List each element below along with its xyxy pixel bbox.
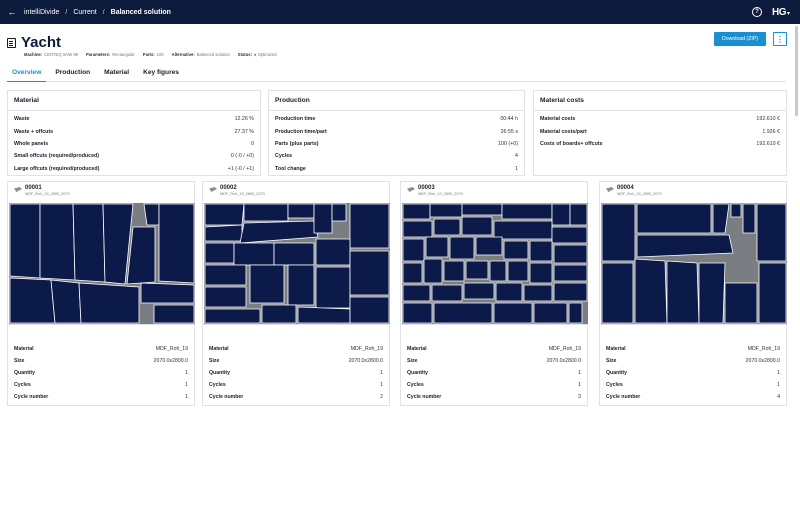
pattern-name: 00001 (25, 185, 42, 191)
cutting-plan-svg (204, 203, 390, 324)
kv-row: Cycle number 2 (209, 394, 383, 400)
tab-key-figures[interactable]: Key figures (138, 66, 184, 82)
board-icon (606, 187, 614, 192)
pattern-name: 00002 (220, 185, 237, 191)
cutting-plan-diagram[interactable] (204, 203, 390, 324)
page-header: Yacht Machine: CENTEQ SAW 99 Parameters: R… (0, 24, 800, 64)
download-zip-button[interactable]: Download (ZIP) (714, 32, 766, 46)
kv-row: Waste 12.26 % (14, 116, 254, 123)
board-icon (209, 187, 217, 192)
board-icon (407, 187, 415, 192)
help-icon[interactable]: ? (751, 7, 762, 17)
breadcrumb: intelliDivide / Current / Balanced solut… (24, 9, 171, 16)
pattern-board: MDF_Roh_19_2800_2070 (25, 192, 70, 196)
meta-parts: Parts: 100 (142, 52, 164, 57)
cutting-plan-diagram[interactable] (402, 203, 588, 324)
back-arrow-icon[interactable]: ← (0, 7, 24, 17)
production-card: Production Production time 00:44 h Produc… (268, 90, 525, 176)
job-list-icon (7, 37, 16, 48)
board-icon (14, 187, 22, 192)
pattern-card-00001[interactable]: 00001 MDF_Roh_19_2800_2070 Material MDF_… (7, 181, 195, 406)
kv-row: Production time/part 26:55 s (275, 128, 518, 135)
cutting-plan-diagram[interactable] (9, 203, 195, 324)
pattern-card-00002[interactable]: 00002 MDF_Roh_19_2800_2070 Material MDF_… (202, 181, 390, 406)
cutting-plan-diagram[interactable] (601, 203, 787, 324)
material-card: Material Waste 12.26 % Waste + offcuts 27.… (7, 90, 261, 176)
kv-row: Parts (plus parts) 100 (+0) (275, 140, 518, 147)
kv-row: Quantity 1 (209, 370, 383, 376)
user-menu[interactable]: HG▾ (772, 7, 790, 18)
meta-machine: Machine: CENTEQ SAW 99 (24, 52, 78, 57)
kv-row: Size 2070.0x2800.0 (209, 358, 383, 364)
tab-production[interactable]: Production (50, 66, 95, 82)
kv-row: Cycles 1 (14, 382, 188, 388)
material-costs-card: Material costs Material costs 192.610 € M… (533, 90, 787, 176)
kv-row: Cycle number 4 (606, 394, 780, 400)
kv-row: Quantity 1 (14, 370, 188, 376)
kv-row: Costs of boards+ offcuts 192.610 € (540, 140, 780, 147)
top-bar: ← intelliDivide / Current / Balanced sol… (0, 0, 800, 24)
pattern-card-00004[interactable]: 00004 MDF_Roh_19_2800_2070 Material MDF_… (599, 181, 787, 406)
kv-row: Quantity 1 (606, 370, 780, 376)
pattern-board: MDF_Roh_19_2800_2070 (617, 192, 662, 196)
kv-row: Material MDF_Roh_19 (606, 346, 780, 352)
pattern-board: MDF_Roh_19_2800_2070 (418, 192, 463, 196)
pattern-name: 00004 (617, 185, 634, 191)
kv-row: Small offcuts (required/produced) 0 (-0 /… (14, 153, 254, 160)
pattern-board: MDF_Roh_19_2800_2070 (220, 192, 265, 196)
breadcrumb-separator: / (102, 8, 105, 16)
kv-row: Size 2070.0x2800.0 (14, 358, 188, 364)
kv-row: Material MDF_Roh_19 (209, 346, 383, 352)
breadcrumb-balanced-solution: Balanced solution (110, 8, 171, 16)
meta-parameters: Parameters: Rectangular (85, 52, 135, 57)
kv-row: Size 2070.0x2800.0 (407, 358, 581, 364)
kv-row: Cycle number 1 (14, 394, 188, 400)
kv-row: Cycles 1 (606, 382, 780, 388)
kv-row: Cycles 4 (275, 153, 518, 160)
kv-row: Tool change 1 (275, 165, 518, 172)
page-title: Yacht (21, 34, 62, 51)
status-dot-icon: ● (253, 52, 257, 57)
job-meta: Machine: CENTEQ SAW 99 Parameters: Rectang… (24, 52, 277, 57)
scrollbar-thumb[interactable] (795, 26, 798, 116)
breadcrumb-separator: / (65, 8, 68, 16)
tab-overview[interactable]: Overview (7, 66, 47, 82)
card-title: Material costs (534, 91, 786, 111)
cutting-plan-svg (601, 203, 787, 324)
cutting-plan-svg (9, 203, 195, 324)
pattern-card-00003[interactable]: 00003 MDF_Roh_19_2800_2070 Material MDF_… (400, 181, 588, 406)
breadcrumb-current[interactable]: Current (73, 9, 96, 16)
kv-row: Material costs 192.610 € (540, 116, 780, 123)
meta-alternative: Alternative: Balanced solution (171, 52, 230, 57)
kv-row: Cycles 1 (209, 382, 383, 388)
cutting-plan-svg (402, 203, 588, 324)
kv-row: Size 2070.0x2800.0 (606, 358, 780, 364)
kv-row: Large offcuts (required/produced) +1 (-0 … (14, 165, 254, 172)
kv-row: Material MDF_Roh_19 (14, 346, 188, 352)
pattern-name: 00003 (418, 185, 435, 191)
brand-logo: HG (771, 6, 787, 18)
kv-row: Material costs/part 1.926 € (540, 128, 780, 135)
kv-row: Production time 00:44 h (275, 116, 518, 123)
kv-row: Whole panels 0 (14, 140, 254, 147)
page-scrollbar[interactable] (794, 26, 798, 506)
card-title: Material (8, 91, 260, 111)
card-title: Production (269, 91, 524, 111)
kv-row: Cycles 1 (407, 382, 581, 388)
kv-row: Waste + offcuts 27.37 % (14, 128, 254, 135)
breadcrumb-intellidivide[interactable]: intelliDivide (24, 9, 59, 16)
more-options-button[interactable]: ⋮ (773, 32, 787, 46)
kv-row: Cycle number 3 (407, 394, 581, 400)
meta-status: Status: ● Optimized (237, 52, 277, 57)
kv-row: Material MDF_Roh_19 (407, 346, 581, 352)
chevron-down-icon: ▾ (786, 10, 790, 17)
kv-row: Quantity 1 (407, 370, 581, 376)
tab-material[interactable]: Material (99, 66, 134, 82)
tab-bar: Overview Production Material Key figures (7, 66, 786, 82)
